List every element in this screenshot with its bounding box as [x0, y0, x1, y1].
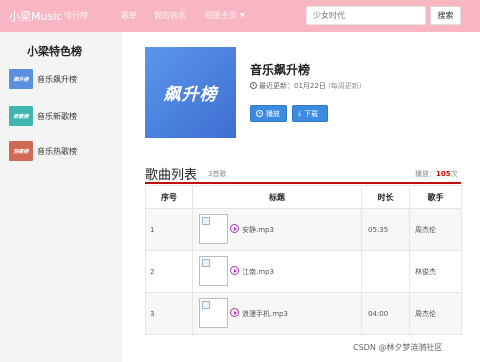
song-cover-image: [199, 298, 228, 328]
play-icon[interactable]: [230, 266, 239, 275]
nav-item-my-music[interactable]: 我的音乐: [154, 10, 186, 21]
sidebar-item-hot-songs-chart[interactable]: 热歌榜 音乐热歌榜: [9, 141, 109, 161]
clock-icon: [250, 82, 257, 89]
sidebar-item-label: 音乐飙升榜: [37, 75, 77, 84]
table-row: 1 安静.mp3 05:35 周杰伦: [145, 208, 462, 251]
chart-thumbnail: 热歌榜: [9, 141, 33, 161]
song-duration: 05:35: [361, 208, 410, 251]
song-duration: [361, 250, 410, 293]
nav-item-charts[interactable]: 排行榜: [64, 10, 88, 21]
play-icon[interactable]: [230, 224, 239, 233]
updated-label: 最近更新：: [259, 82, 294, 90]
sidebar-item-label: 音乐新歌榜: [37, 112, 77, 121]
search-input[interactable]: [306, 6, 426, 25]
table-row: 2 江南.mp3 林俊杰: [145, 250, 462, 293]
song-artist: 周杰伦: [409, 208, 462, 251]
song-duration: 04:00: [361, 292, 410, 335]
play-button[interactable]: 播放: [250, 105, 287, 122]
song-table: 序号 标题 时长 歌手 1 安静.mp3 05:35 周杰伦 2 江南.mp3: [145, 185, 462, 335]
column-header-duration: 时长: [361, 185, 410, 209]
song-artist: 周杰伦: [409, 292, 462, 335]
song-cover-image: [199, 256, 228, 286]
brand-logo[interactable]: 小梁Music: [9, 8, 62, 24]
nav-item-album-home-label: 相册主页: [205, 11, 237, 20]
updated-date: 01月22日: [294, 82, 326, 90]
play-count-value: 105: [436, 170, 451, 178]
nav-item-playlists[interactable]: 歌单: [121, 10, 137, 21]
play-icon[interactable]: [230, 308, 239, 317]
column-header-index: 序号: [145, 185, 193, 209]
sidebar-item-new-songs-chart[interactable]: 新歌榜 音乐新歌榜: [9, 106, 109, 126]
top-navbar: 小梁Music 排行榜 歌单 我的音乐 相册主页▼ 搜索: [0, 0, 480, 32]
play-circle-icon: [256, 110, 263, 117]
watermark: CSDN @林夕梦涟漪社区: [353, 343, 443, 352]
sidebar: 小梁特色榜 飙升榜 音乐飙升榜 新歌榜 音乐新歌榜 热歌榜 音乐热歌榜: [0, 32, 122, 362]
song-title-cell: 江南.mp3: [192, 250, 362, 293]
play-count-label: 播放：: [415, 170, 436, 178]
play-count-unit: 次: [450, 170, 458, 178]
download-button-label: 下载: [304, 109, 319, 118]
download-button[interactable]: ⤓ 下载: [292, 105, 328, 122]
column-header-artist: 歌手: [409, 185, 462, 209]
song-list-heading: 歌曲列表: [145, 168, 198, 183]
chart-thumbnail: 飙升榜: [9, 69, 33, 89]
update-note: (每周更新): [328, 82, 362, 90]
chart-thumbnail: 新歌榜: [9, 106, 33, 126]
song-index: 2: [145, 250, 193, 293]
song-artist: 林俊杰: [409, 250, 462, 293]
nav-item-album-home[interactable]: 相册主页 ▼: [205, 10, 245, 21]
song-title-cell: 浪漫手机.mp3: [192, 292, 362, 335]
caret-down-icon: ▼: [240, 12, 245, 19]
song-index: 1: [145, 208, 193, 251]
update-info: 最近更新：01月22日 (每周更新): [250, 81, 362, 91]
search-button[interactable]: 搜索: [430, 6, 461, 25]
sidebar-item-label: 音乐热歌榜: [37, 147, 77, 156]
song-index: 3: [145, 292, 193, 335]
download-icon: ⤓: [298, 109, 302, 117]
play-count: 播放：105次: [415, 169, 458, 179]
song-title[interactable]: 江南.mp3: [242, 267, 274, 277]
song-title[interactable]: 安静.mp3: [242, 225, 274, 235]
sidebar-title: 小梁特色榜: [27, 45, 82, 58]
song-count: 3首歌: [208, 170, 227, 178]
table-header-row: 序号 标题 时长 歌手: [145, 185, 462, 209]
song-title[interactable]: 浪漫手机.mp3: [242, 309, 288, 319]
playlist-cover: 飙升榜: [145, 47, 236, 138]
play-button-label: 播放: [266, 109, 280, 118]
table-row: 3 浪漫手机.mp3 04:00 周杰伦: [145, 292, 462, 335]
playlist-title: 音乐飙升榜: [250, 63, 311, 77]
sidebar-item-soaring-chart[interactable]: 飙升榜 音乐飙升榜: [9, 69, 109, 89]
column-header-title: 标题: [192, 185, 362, 209]
song-title-cell: 安静.mp3: [192, 208, 362, 251]
song-cover-image: [199, 214, 228, 244]
heading-divider: [145, 182, 461, 184]
